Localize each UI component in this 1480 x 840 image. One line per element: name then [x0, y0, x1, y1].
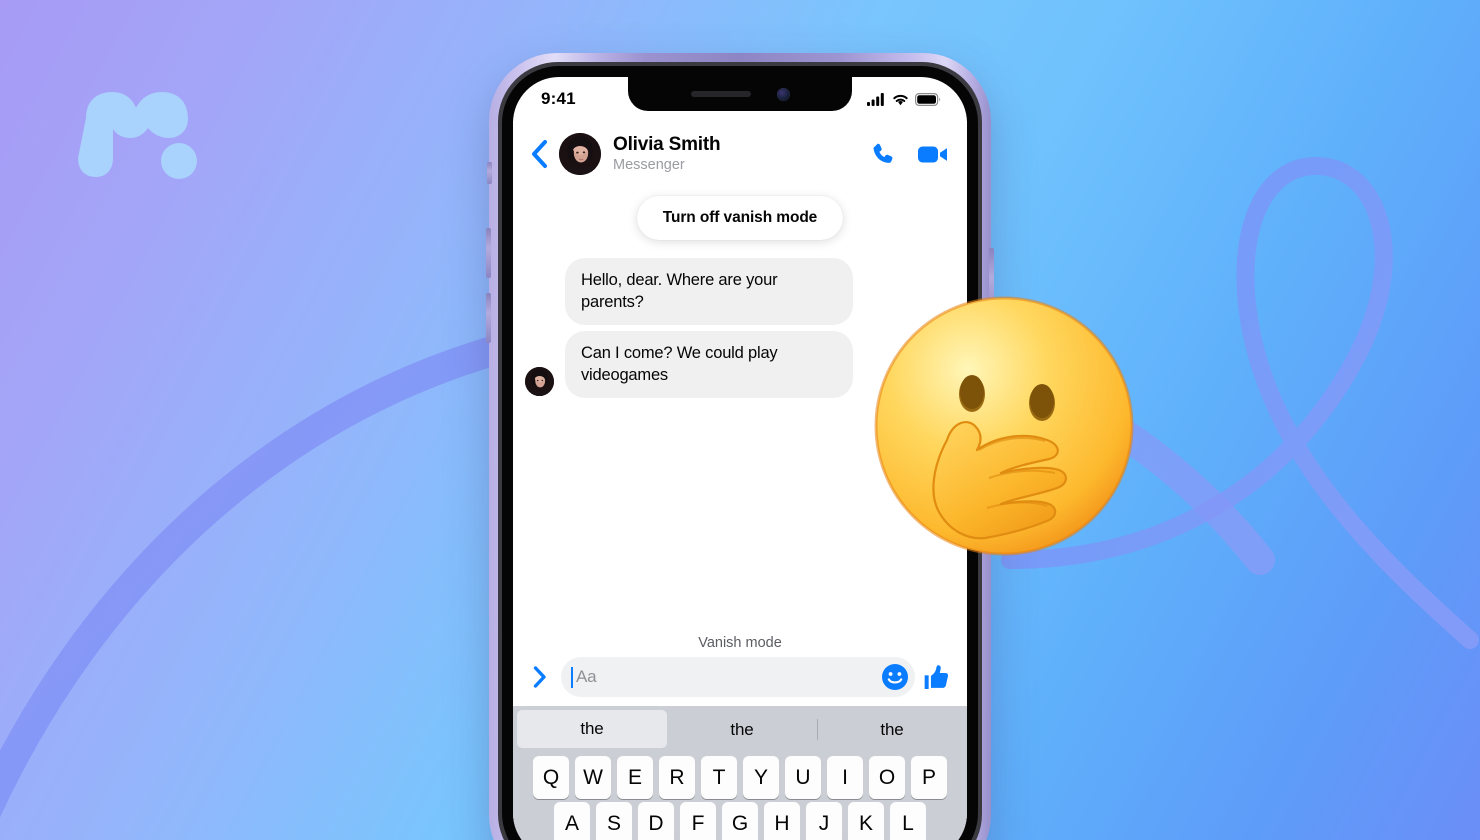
- earpiece-speaker-icon: [690, 91, 751, 97]
- key-y[interactable]: Y: [743, 756, 779, 799]
- avatar-photo: [559, 133, 601, 175]
- suggestion-item[interactable]: the: [517, 710, 667, 748]
- key-k[interactable]: K: [848, 802, 884, 840]
- smiley-face-icon: [882, 664, 908, 690]
- vanish-pill-container: Turn off vanish mode: [525, 196, 955, 240]
- audio-call-button[interactable]: [870, 141, 897, 168]
- avatar-slot: [525, 367, 565, 398]
- key-d[interactable]: D: [638, 802, 674, 840]
- signal-bars-icon: [867, 92, 884, 106]
- key-w[interactable]: W: [575, 756, 611, 799]
- promo-banner: 9:41 Olivia Smith Messenger Turn off van…: [0, 0, 1480, 840]
- avatar-slot: [525, 323, 565, 325]
- volume-down-button[interactable]: [486, 293, 491, 343]
- key-e[interactable]: E: [617, 756, 653, 799]
- front-camera-icon: [776, 87, 790, 101]
- status-indicators: [867, 92, 941, 106]
- video-call-button[interactable]: [917, 141, 949, 168]
- header-actions: [870, 141, 953, 168]
- key-j[interactable]: J: [806, 802, 842, 840]
- key-g[interactable]: G: [722, 802, 758, 840]
- sender-avatar[interactable]: [525, 367, 554, 396]
- keyboard-row-2: A S D F G H J K L: [513, 802, 967, 840]
- input-placeholder: Aa: [576, 667, 597, 686]
- message-row: Can I come? We could play videogames: [525, 331, 955, 398]
- message-composer: Aa: [513, 648, 967, 706]
- key-p[interactable]: P: [911, 756, 947, 799]
- chat-header: Olivia Smith Messenger: [513, 121, 967, 187]
- phone-mockup: 9:41 Olivia Smith Messenger Turn off van…: [486, 53, 994, 840]
- message-bubble[interactable]: Hello, dear. Where are your parents?: [565, 258, 853, 325]
- thumbs-up-icon: [924, 664, 948, 689]
- key-q[interactable]: Q: [533, 756, 569, 799]
- text-caret: [571, 666, 573, 688]
- back-chevron-icon: [531, 140, 547, 168]
- key-i[interactable]: I: [827, 756, 863, 799]
- like-button[interactable]: [915, 663, 957, 692]
- notch: [628, 77, 852, 111]
- status-time: 9:41: [541, 89, 576, 108]
- key-l[interactable]: L: [890, 802, 926, 840]
- peer-info: Olivia Smith Messenger: [613, 134, 870, 174]
- message-row: Hello, dear. Where are your parents?: [525, 258, 955, 325]
- key-h[interactable]: H: [764, 802, 800, 840]
- key-f[interactable]: F: [680, 802, 716, 840]
- video-call-icon: [918, 146, 947, 162]
- back-button[interactable]: [521, 134, 557, 174]
- suggestion-bar: the the the: [513, 706, 967, 753]
- avatar-photo: [525, 367, 554, 396]
- phone-call-icon: [873, 143, 893, 163]
- suggestion-item[interactable]: the: [817, 706, 967, 753]
- key-a[interactable]: A: [554, 802, 590, 840]
- emoji-button[interactable]: [881, 663, 909, 691]
- volume-up-button[interactable]: [486, 228, 491, 278]
- keyboard-row-1: Q W E R T Y U I O P: [513, 756, 967, 799]
- mute-switch[interactable]: [487, 162, 492, 184]
- contact-avatar[interactable]: [559, 133, 601, 175]
- key-u[interactable]: U: [785, 756, 821, 799]
- power-button[interactable]: [989, 248, 994, 322]
- message-input[interactable]: Aa: [561, 657, 915, 697]
- message-list: Turn off vanish mode Hello, dear. Where …: [513, 187, 967, 663]
- battery-full-icon: [915, 92, 941, 106]
- key-s[interactable]: S: [596, 802, 632, 840]
- turn-off-vanish-mode-button[interactable]: Turn off vanish mode: [636, 196, 844, 240]
- wifi-icon: [893, 94, 908, 105]
- on-screen-keyboard: the the the Q W E R T Y U I O P A S D F …: [513, 706, 967, 840]
- message-bubble[interactable]: Can I come? We could play videogames: [565, 331, 853, 398]
- key-t[interactable]: T: [701, 756, 737, 799]
- expand-actions-button[interactable]: [525, 665, 555, 689]
- key-o[interactable]: O: [869, 756, 905, 799]
- mspy-m-logo-icon: [78, 92, 197, 179]
- chevron-right-icon: [533, 666, 546, 688]
- suggestion-item[interactable]: the: [667, 706, 817, 753]
- key-r[interactable]: R: [659, 756, 695, 799]
- page-title: Olivia Smith: [613, 134, 721, 155]
- phone-screen: 9:41 Olivia Smith Messenger Turn off van…: [513, 77, 967, 840]
- chat-subtitle: Messenger: [613, 157, 685, 173]
